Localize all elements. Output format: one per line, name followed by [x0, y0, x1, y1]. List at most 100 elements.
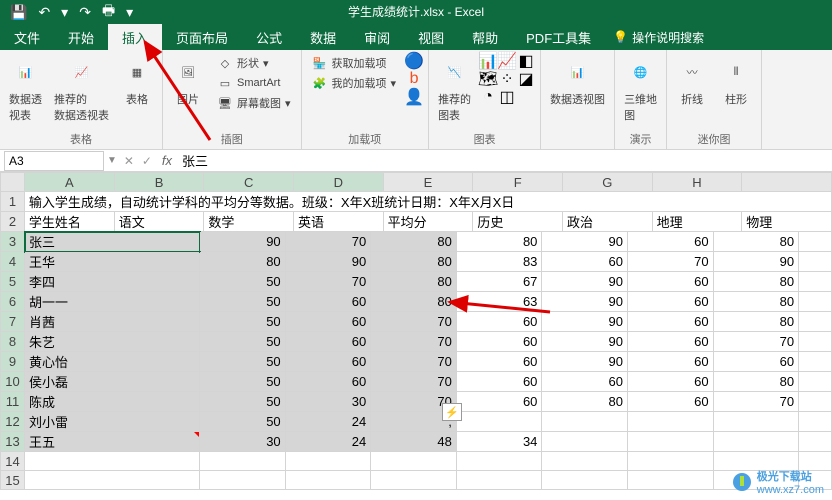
cell[interactable]: [627, 471, 713, 490]
bar-chart-icon[interactable]: 📊: [480, 53, 496, 69]
row-header[interactable]: 10: [1, 372, 25, 392]
cell[interactable]: 63: [456, 292, 542, 312]
tab-data[interactable]: 数据: [296, 24, 350, 50]
cell[interactable]: [799, 432, 832, 452]
cell[interactable]: 胡一一: [25, 292, 200, 312]
cell[interactable]: 90: [542, 232, 628, 252]
cell[interactable]: [799, 252, 832, 272]
cell[interactable]: [25, 452, 200, 471]
chevron-down-icon[interactable]: ▼: [104, 155, 120, 166]
cell[interactable]: 90: [542, 312, 628, 332]
cell[interactable]: 60: [456, 332, 542, 352]
cell[interactable]: [371, 452, 457, 471]
cell[interactable]: [713, 412, 799, 432]
get-addins-button[interactable]: 🏪获取加载项: [308, 53, 401, 73]
cell[interactable]: 60: [627, 332, 713, 352]
cell[interactable]: 60: [713, 352, 799, 372]
cell[interactable]: 90: [542, 352, 628, 372]
cell[interactable]: 70: [371, 312, 457, 332]
cell[interactable]: 60: [627, 352, 713, 372]
tab-home[interactable]: 开始: [54, 24, 108, 50]
cell[interactable]: [713, 432, 799, 452]
cell[interactable]: [371, 471, 457, 490]
tab-formula[interactable]: 公式: [242, 24, 296, 50]
cell[interactable]: 70: [713, 332, 799, 352]
row-header[interactable]: 15: [1, 471, 25, 490]
cell[interactable]: 60: [542, 252, 628, 272]
cancel-formula-icon[interactable]: ✕: [120, 154, 138, 168]
tab-review[interactable]: 审阅: [350, 24, 404, 50]
cell[interactable]: [627, 432, 713, 452]
cell[interactable]: 物理: [742, 212, 832, 232]
cell[interactable]: 70: [285, 232, 371, 252]
cell[interactable]: 李四: [25, 272, 200, 292]
undo-icon[interactable]: ↶: [34, 3, 54, 22]
tab-layout[interactable]: 页面布局: [162, 24, 242, 50]
cell[interactable]: 60: [285, 312, 371, 332]
cell[interactable]: 60: [456, 352, 542, 372]
cell[interactable]: 80: [200, 252, 286, 272]
col-header[interactable]: E: [383, 173, 473, 192]
cell[interactable]: [799, 292, 832, 312]
cell[interactable]: [799, 372, 832, 392]
cell[interactable]: [200, 452, 286, 471]
cell[interactable]: 70: [285, 272, 371, 292]
cell[interactable]: 70: [713, 392, 799, 412]
cell[interactable]: 90: [200, 232, 286, 252]
cell[interactable]: 60: [627, 312, 713, 332]
combo-chart-icon[interactable]: ◪: [518, 71, 534, 87]
cell[interactable]: 张三: [25, 232, 200, 252]
save-icon[interactable]: 💾: [6, 3, 31, 22]
line-chart-icon[interactable]: 📈: [499, 53, 515, 69]
cell[interactable]: 地理: [652, 212, 742, 232]
cell[interactable]: [799, 412, 832, 432]
bing-icon[interactable]: 🔵: [406, 53, 422, 69]
name-box[interactable]: [4, 151, 104, 171]
cell[interactable]: [542, 471, 628, 490]
col-header[interactable]: D: [294, 173, 384, 192]
cell[interactable]: 48: [371, 432, 457, 452]
cell[interactable]: 平均分: [383, 212, 473, 232]
cell[interactable]: 60: [285, 332, 371, 352]
cell[interactable]: [542, 412, 628, 432]
cell[interactable]: [285, 471, 371, 490]
cell[interactable]: 80: [542, 392, 628, 412]
cell[interactable]: 60: [627, 292, 713, 312]
cell[interactable]: [542, 452, 628, 471]
cell[interactable]: [542, 432, 628, 452]
recommended-pivot-button[interactable]: 📈推荐的 数据透视表: [51, 53, 112, 126]
cell[interactable]: 政治: [563, 212, 653, 232]
cell[interactable]: 黄心怡: [25, 352, 200, 372]
map-chart-icon[interactable]: 🗺: [480, 71, 496, 87]
chevron-down-icon[interactable]: ▾: [57, 3, 72, 22]
row-header[interactable]: 9: [1, 352, 25, 372]
recommended-charts-button[interactable]: 📉推荐的 图表: [435, 53, 474, 126]
col-header[interactable]: B: [114, 173, 204, 192]
tab-file[interactable]: 文件: [0, 24, 54, 50]
cell[interactable]: 70: [371, 352, 457, 372]
cell[interactable]: 90: [542, 272, 628, 292]
picture-button[interactable]: 🖼图片: [169, 53, 207, 110]
cell[interactable]: 50: [200, 372, 286, 392]
tab-help[interactable]: 帮助: [458, 24, 512, 50]
cell[interactable]: 输入学生成绩，自动统计学科的平均分等数据。班级：X年X班统计日期：X年X月X日: [24, 192, 831, 212]
cell[interactable]: 80: [456, 232, 542, 252]
cell[interactable]: 陈成: [25, 392, 200, 412]
cell[interactable]: 60: [627, 372, 713, 392]
cell[interactable]: 50: [200, 412, 286, 432]
cell[interactable]: [285, 452, 371, 471]
cell[interactable]: [799, 392, 832, 412]
cell[interactable]: 80: [713, 372, 799, 392]
cell[interactable]: 60: [285, 372, 371, 392]
cell[interactable]: 90: [713, 252, 799, 272]
cell[interactable]: 语文: [114, 212, 204, 232]
cell[interactable]: 60: [456, 392, 542, 412]
table-button[interactable]: ▦表格: [118, 53, 156, 110]
data-rows[interactable]: 3 张三 90 70 80 80 90 60 80 4 王华 80 90 80 …: [0, 231, 832, 490]
tab-pdf[interactable]: PDF工具集: [512, 24, 605, 50]
row-header[interactable]: 4: [1, 252, 25, 272]
tell-me-search[interactable]: 💡 操作说明搜索: [613, 24, 704, 50]
redo-icon[interactable]: ↷: [75, 3, 95, 22]
cell[interactable]: 80: [713, 292, 799, 312]
cell[interactable]: 60: [627, 392, 713, 412]
